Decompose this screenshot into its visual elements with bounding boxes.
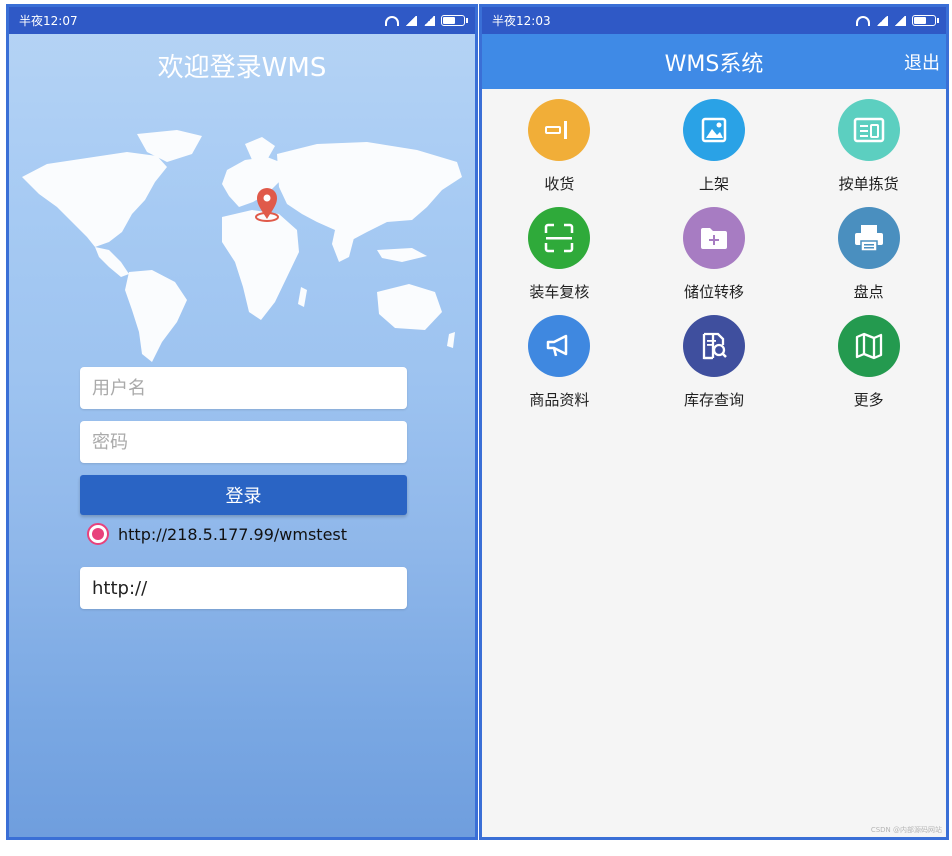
status-bar: 半夜12:03 [482,7,946,34]
tile-shelve[interactable]: 上架 [637,99,792,193]
tile-label: 商品资料 [529,391,590,409]
status-time: 半夜12:03 [492,14,551,28]
menu-grid: 收货 上架 按单拣货 装车复核 储位转移 盘点 商品资料 库存查询 更多 [482,99,946,409]
login-screen: 半夜12:07 欢迎登录WMS 用户名 登录 http://218.5.177.… [6,4,478,840]
tile-loading-check[interactable]: 装车复核 [482,207,637,301]
server-radio[interactable] [87,523,109,545]
tile-label: 按单拣货 [838,175,899,193]
server-option-label: http://218.5.177.99/wmstest [118,524,348,544]
map-icon [837,315,900,377]
tile-label: 盘点 [853,283,884,301]
world-map-image [22,130,462,362]
tile-label: 上架 [698,175,729,193]
watermark: CSDN @内部源码网站 [870,826,942,834]
tile-stock-query[interactable]: 库存查询 [637,315,792,409]
tile-location-transfer[interactable]: 储位转移 [637,207,792,301]
home-screen: 半夜12:03 WMS系统 退出 收货 上架 按单拣货 装车复核 储位转移 盘点… [479,4,949,840]
signal-icon [423,15,435,26]
tile-inventory-count[interactable]: 盘点 [791,207,946,301]
app-bar: WMS系统 退出 [482,34,946,89]
tile-label: 装车复核 [529,283,590,301]
wifi-icon [385,15,399,26]
signal-icon [894,15,906,26]
password-input[interactable] [80,421,407,463]
username-input[interactable] [80,367,407,409]
tile-label: 储位转移 [683,283,744,301]
scan-icon [528,207,591,269]
battery-icon [441,15,468,26]
signal-icon [405,15,417,26]
receive-icon [528,99,591,161]
tile-pick-by-order[interactable]: 按单拣货 [791,99,946,193]
login-button[interactable]: 登录 [80,475,407,515]
tile-label: 收货 [544,175,575,193]
tile-more[interactable]: 更多 [791,315,946,409]
megaphone-icon [528,315,591,377]
list-card-icon [837,99,900,161]
login-title: 欢迎登录WMS [157,53,327,83]
server-url-input[interactable] [80,567,407,609]
tile-label: 库存查询 [683,391,744,409]
image-icon [682,99,745,161]
tile-receive[interactable]: 收货 [482,99,637,193]
tile-label: 更多 [853,391,884,409]
status-bar: 半夜12:07 [9,7,475,34]
signal-icon [876,15,888,26]
status-icons [856,15,939,26]
battery-icon [912,15,939,26]
server-option[interactable]: http://218.5.177.99/wmstest [87,523,347,545]
wifi-icon [856,15,870,26]
logout-button[interactable]: 退出 [904,49,940,75]
document-search-icon [682,315,745,377]
folder-plus-icon [682,207,745,269]
page-title: WMS系统 [664,51,764,77]
status-icons [385,15,468,26]
printer-icon [837,207,900,269]
status-time: 半夜12:07 [19,14,78,28]
tile-product-info[interactable]: 商品资料 [482,315,637,409]
